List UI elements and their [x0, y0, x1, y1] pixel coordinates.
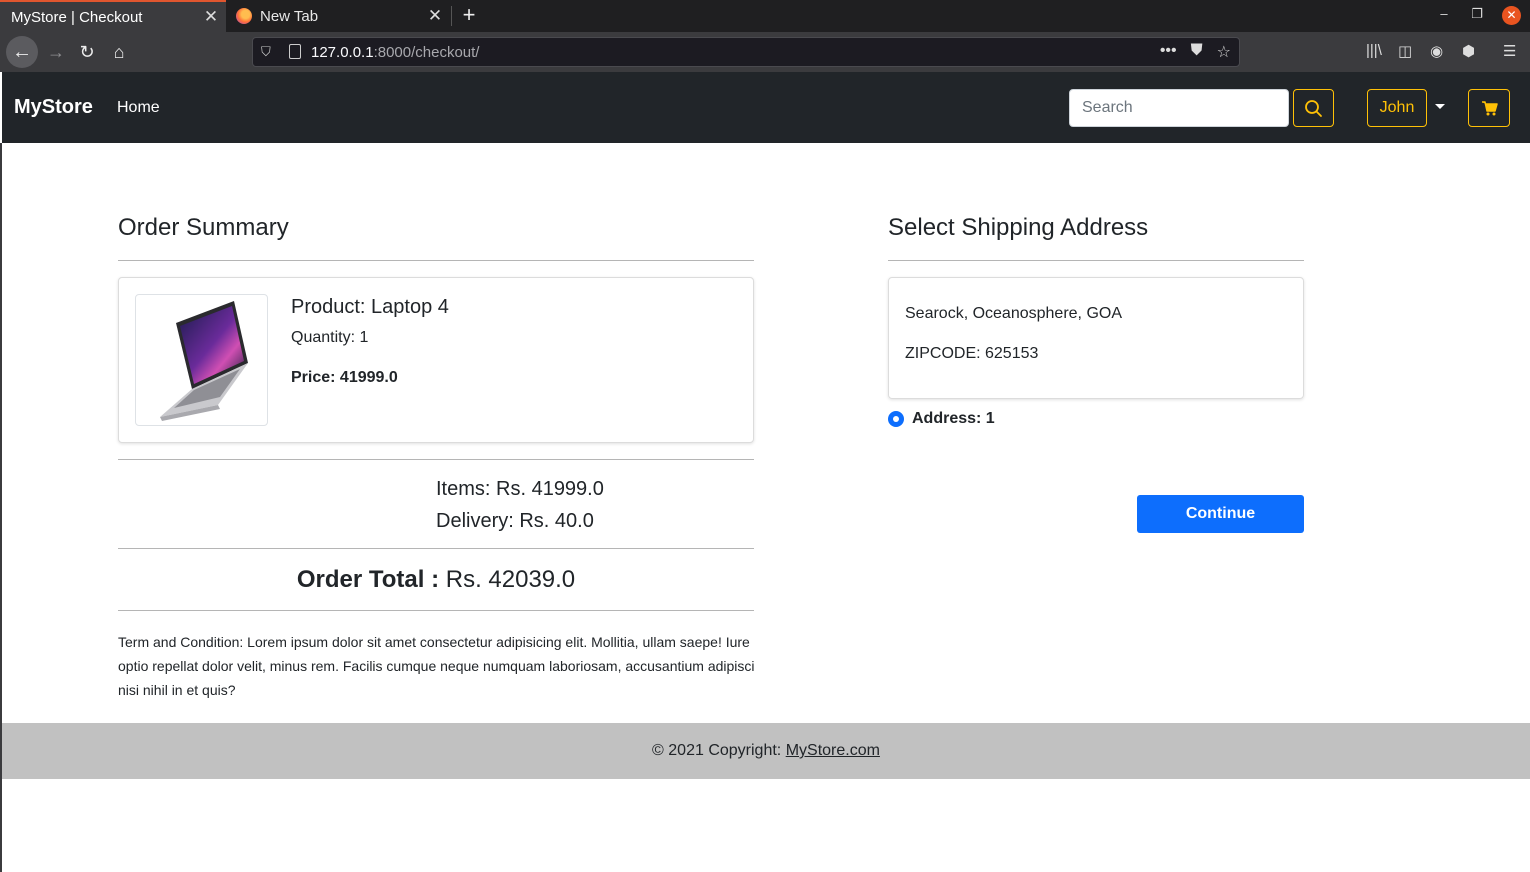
- tab-checkout[interactable]: MyStore | Checkout ✕: [0, 0, 226, 32]
- menu-icon[interactable]: ☰: [1503, 42, 1516, 60]
- order-total-label: Order Total :: [296, 566, 440, 593]
- tab-divider: [451, 6, 452, 26]
- terms-and-conditions: Term and Condition: Lorem ipsum dolor si…: [118, 634, 755, 698]
- url-text[interactable]: 127.0.0.1:8000/checkout/: [311, 44, 479, 61]
- close-tab-icon[interactable]: ✕: [196, 7, 226, 27]
- divider: [118, 459, 754, 460]
- divider: [888, 260, 1304, 261]
- tab-new-tab[interactable]: New Tab ✕: [228, 0, 450, 32]
- forward-icon[interactable]: →: [40, 36, 72, 68]
- account-icon[interactable]: ◉: [1430, 42, 1443, 60]
- sidebar-icon[interactable]: ◫: [1398, 42, 1412, 60]
- minimize-icon[interactable]: –: [1434, 6, 1454, 21]
- address-zipcode: ZIPCODE: 625153: [905, 345, 1039, 362]
- divider: [118, 260, 754, 261]
- reload-icon[interactable]: ↻: [71, 36, 103, 68]
- more-actions-icon[interactable]: •••: [1160, 42, 1177, 62]
- tab-title: MyStore | Checkout: [11, 8, 143, 26]
- user-menu-button[interactable]: John: [1367, 89, 1427, 127]
- items-total: Items: Rs. 41999.0: [436, 478, 604, 500]
- url-path: :8000/checkout/: [373, 44, 480, 61]
- address-line: Searock, Oceanosphere, GOA: [905, 305, 1122, 322]
- library-icon[interactable]: |||\: [1366, 42, 1382, 59]
- brand-logo[interactable]: MyStore: [14, 96, 93, 119]
- order-total-value: Rs. 42039.0: [445, 566, 576, 593]
- bookmark-star-icon[interactable]: ☆: [1217, 42, 1231, 62]
- firefox-icon: [236, 8, 252, 24]
- shield-icon[interactable]: ⛉: [261, 44, 275, 60]
- browser-toolbar: ← → ↻ ⌂ ⛉ 127.0.0.1:8000/checkout/ ••• ⛊…: [0, 32, 1530, 72]
- search-button[interactable]: [1293, 89, 1334, 127]
- divider: [118, 548, 754, 549]
- product-name: Product: Laptop 4: [291, 296, 449, 318]
- cart-button[interactable]: [1468, 89, 1510, 127]
- home-icon[interactable]: ⌂: [103, 36, 135, 68]
- search-input[interactable]: [1069, 89, 1289, 127]
- address-radio-label[interactable]: Address: 1: [912, 410, 995, 428]
- footer: © 2021 Copyright: MyStore.com: [2, 723, 1530, 779]
- product-quantity: Quantity: 1: [291, 329, 369, 346]
- browser-tab-bar: MyStore | Checkout ✕ New Tab ✕ + – ❐ ✕: [0, 0, 1530, 32]
- order-total: Order Total : Rs. 42039.0: [118, 566, 754, 594]
- continue-button[interactable]: Continue: [1137, 495, 1304, 533]
- search-icon: [1305, 100, 1322, 117]
- footer-copyright: © 2021 Copyright:: [652, 742, 786, 759]
- product-price: Price: 41999.0: [291, 369, 398, 386]
- laptop-icon: [160, 301, 248, 421]
- product-image: [135, 294, 268, 426]
- chevron-down-icon[interactable]: [1435, 104, 1445, 109]
- nav-home-link[interactable]: Home: [117, 99, 160, 117]
- close-tab-icon[interactable]: ✕: [420, 6, 450, 26]
- site-navbar: MyStore Home John: [2, 72, 1530, 143]
- product-card: Product: Laptop 4 Quantity: 1 Price: 419…: [118, 277, 754, 443]
- address-card: Searock, Oceanosphere, GOA ZIPCODE: 6251…: [888, 277, 1304, 399]
- footer-link[interactable]: MyStore.com: [786, 742, 880, 759]
- address-radio[interactable]: [888, 411, 904, 427]
- order-summary-title: Order Summary: [118, 214, 289, 241]
- pocket-icon[interactable]: ⛊: [1191, 42, 1203, 62]
- url-host: 127.0.0.1: [311, 44, 374, 61]
- restore-icon[interactable]: ❐: [1467, 6, 1487, 22]
- shipping-address-title: Select Shipping Address: [888, 214, 1149, 241]
- back-icon[interactable]: ←: [6, 36, 38, 68]
- cart-icon: [1482, 101, 1498, 116]
- page-icon: [289, 44, 301, 59]
- tab-title: New Tab: [260, 7, 319, 25]
- address-bar[interactable]: ⛉ 127.0.0.1:8000/checkout/ ••• ⛊ ☆: [252, 37, 1240, 67]
- window-close-icon[interactable]: ✕: [1502, 6, 1521, 25]
- new-tab-icon[interactable]: +: [456, 2, 482, 30]
- extension-icon[interactable]: ⬢: [1462, 42, 1475, 60]
- delivery-charge: Delivery: Rs. 40.0: [436, 510, 594, 532]
- divider: [118, 610, 754, 611]
